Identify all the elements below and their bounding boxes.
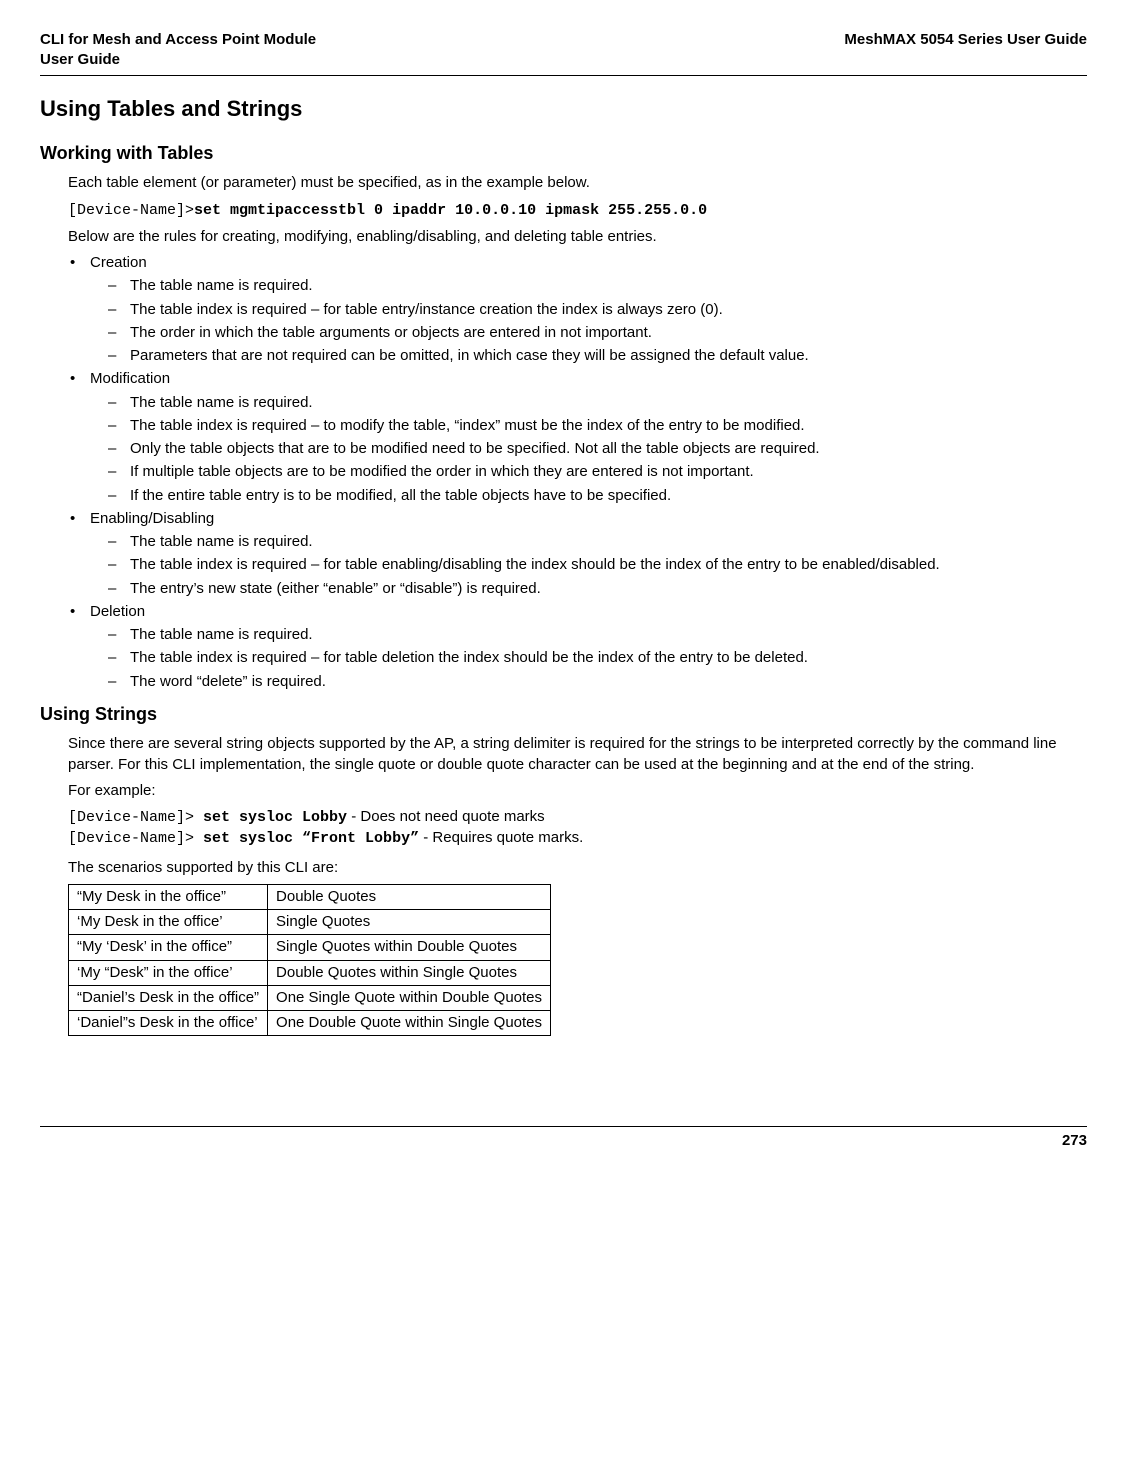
table-cell: Single Quotes (268, 910, 551, 935)
rule-item: The table name is required. (108, 276, 1087, 296)
rule-item: If multiple table objects are to be modi… (108, 462, 1087, 482)
table-cell: ‘My Desk in the office’ (69, 910, 268, 935)
ex2-note: - Requires quote marks. (419, 829, 583, 846)
rule-item: The table index is required – for table … (108, 648, 1087, 668)
cmd-prompt: [Device-Name]> (68, 202, 194, 219)
table-cell: One Single Quote within Double Quotes (268, 985, 551, 1010)
rule-group-label: Creation (90, 254, 147, 271)
table-cell: ‘Daniel”s Desk in the office’ (69, 1011, 268, 1036)
rule-item: The table name is required. (108, 625, 1087, 645)
table-cell: Double Quotes (268, 884, 551, 909)
ex1-cmd: set sysloc Lobby (194, 809, 347, 826)
tables-cmd-example: [Device-Name]>set mgmtipaccesstbl 0 ipad… (68, 200, 1087, 221)
ex1-prompt: [Device-Name]> (68, 809, 194, 826)
table-row: ‘My Desk in the office’ Single Quotes (69, 910, 551, 935)
table-cell: “My ‘Desk’ in the office” (69, 935, 268, 960)
example-line-1: [Device-Name]> set sysloc Lobby - Does n… (68, 807, 1087, 828)
rule-group: Deletion The table name is required. The… (68, 602, 1087, 692)
page-header: CLI for Mesh and Access Point Module Use… (40, 30, 1087, 76)
rule-item: The table name is required. (108, 532, 1087, 552)
tables-intro: Each table element (or parameter) must b… (68, 173, 1087, 193)
rule-group-label: Enabling/Disabling (90, 510, 214, 527)
rule-group: Modification The table name is required.… (68, 369, 1087, 506)
table-cell: ‘My “Desk” in the office’ (69, 960, 268, 985)
rule-items: The table name is required. The table in… (108, 393, 1087, 506)
ex1-note: - Does not need quote marks (347, 808, 545, 825)
table-cell: One Double Quote within Single Quotes (268, 1011, 551, 1036)
header-left: CLI for Mesh and Access Point Module Use… (40, 30, 316, 71)
example-line-2: [Device-Name]> set sysloc “Front Lobby” … (68, 828, 1087, 849)
table-cell: Single Quotes within Double Quotes (268, 935, 551, 960)
rule-items: The table name is required. The table in… (108, 532, 1087, 599)
table-row: ‘Daniel”s Desk in the office’ One Double… (69, 1011, 551, 1036)
table-cell: “Daniel’s Desk in the office” (69, 985, 268, 1010)
rules-list: Creation The table name is required. The… (68, 253, 1087, 692)
page-title: Using Tables and Strings (40, 94, 1087, 124)
section-title-tables: Working with Tables (40, 141, 1087, 165)
rule-item: The table index is required – for table … (108, 555, 1087, 575)
rule-item: The table index is required – for table … (108, 300, 1087, 320)
tables-rules-intro: Below are the rules for creating, modify… (68, 227, 1087, 247)
rule-group: Enabling/Disabling The table name is req… (68, 509, 1087, 599)
rule-group: Creation The table name is required. The… (68, 253, 1087, 366)
rule-item: The entry’s new state (either “enable” o… (108, 579, 1087, 599)
page-footer: 273 (40, 1126, 1087, 1151)
string-scenarios-table: “My Desk in the office” Double Quotes ‘M… (68, 884, 551, 1037)
table-cell: “My Desk in the office” (69, 884, 268, 909)
cmd-text: set mgmtipaccesstbl 0 ipaddr 10.0.0.10 i… (194, 202, 707, 219)
rule-item: The table name is required. (108, 393, 1087, 413)
for-example-label: For example: (68, 781, 1087, 801)
table-row: “My Desk in the office” Double Quotes (69, 884, 551, 909)
table-row: “Daniel’s Desk in the office” One Single… (69, 985, 551, 1010)
ex2-cmd: set sysloc “Front Lobby” (194, 830, 419, 847)
rule-item: The table index is required – to modify … (108, 416, 1087, 436)
rule-item: The word “delete” is required. (108, 672, 1087, 692)
table-cell: Double Quotes within Single Quotes (268, 960, 551, 985)
rule-item: The order in which the table arguments o… (108, 323, 1087, 343)
rule-group-label: Deletion (90, 603, 145, 620)
rule-group-label: Modification (90, 370, 170, 387)
ex2-prompt: [Device-Name]> (68, 830, 194, 847)
section-title-strings: Using Strings (40, 702, 1087, 726)
strings-intro: Since there are several string objects s… (68, 734, 1087, 775)
page-number: 273 (1062, 1132, 1087, 1149)
table-row: ‘My “Desk” in the office’ Double Quotes … (69, 960, 551, 985)
scenarios-intro: The scenarios supported by this CLI are: (68, 858, 1087, 878)
rule-items: The table name is required. The table in… (108, 625, 1087, 692)
rule-item: If the entire table entry is to be modif… (108, 486, 1087, 506)
rule-items: The table name is required. The table in… (108, 276, 1087, 366)
header-right: MeshMAX 5054 Series User Guide (844, 30, 1087, 71)
table-row: “My ‘Desk’ in the office” Single Quotes … (69, 935, 551, 960)
rule-item: Parameters that are not required can be … (108, 346, 1087, 366)
rule-item: Only the table objects that are to be mo… (108, 439, 1087, 459)
